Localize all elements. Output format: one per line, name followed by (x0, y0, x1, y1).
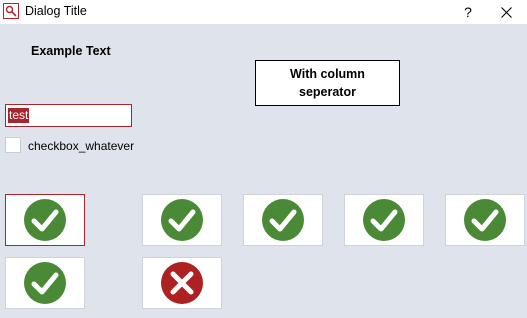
checkmark-icon (262, 199, 304, 241)
status-tile[interactable] (344, 194, 424, 246)
status-tile[interactable] (142, 194, 222, 246)
help-button[interactable]: ? (447, 0, 489, 24)
checkmark-icon (363, 199, 405, 241)
close-button[interactable] (485, 0, 527, 24)
status-tile[interactable] (445, 194, 525, 246)
window-title: Dialog Title (25, 4, 87, 18)
status-tile[interactable] (5, 257, 85, 309)
checkmark-icon (161, 199, 203, 241)
column-separator-box: With column seperator (255, 60, 400, 106)
example-text-label: Example Text (31, 44, 111, 58)
close-icon (500, 6, 512, 18)
status-tile[interactable] (142, 257, 222, 309)
checkmark-icon (24, 262, 66, 304)
status-tile[interactable] (5, 194, 85, 246)
title-bar: Dialog Title ? (0, 0, 527, 24)
status-tile[interactable] (243, 194, 323, 246)
checkbox[interactable] (5, 137, 21, 153)
checkmark-icon (24, 199, 66, 241)
text-input-value: test (8, 108, 30, 123)
text-input[interactable]: test (5, 104, 132, 127)
cross-icon (161, 262, 203, 304)
column-separator-label: With column seperator (290, 67, 365, 99)
search-icon (3, 3, 19, 19)
checkmark-icon (464, 199, 506, 241)
checkbox-label: checkbox_whatever (28, 139, 135, 153)
